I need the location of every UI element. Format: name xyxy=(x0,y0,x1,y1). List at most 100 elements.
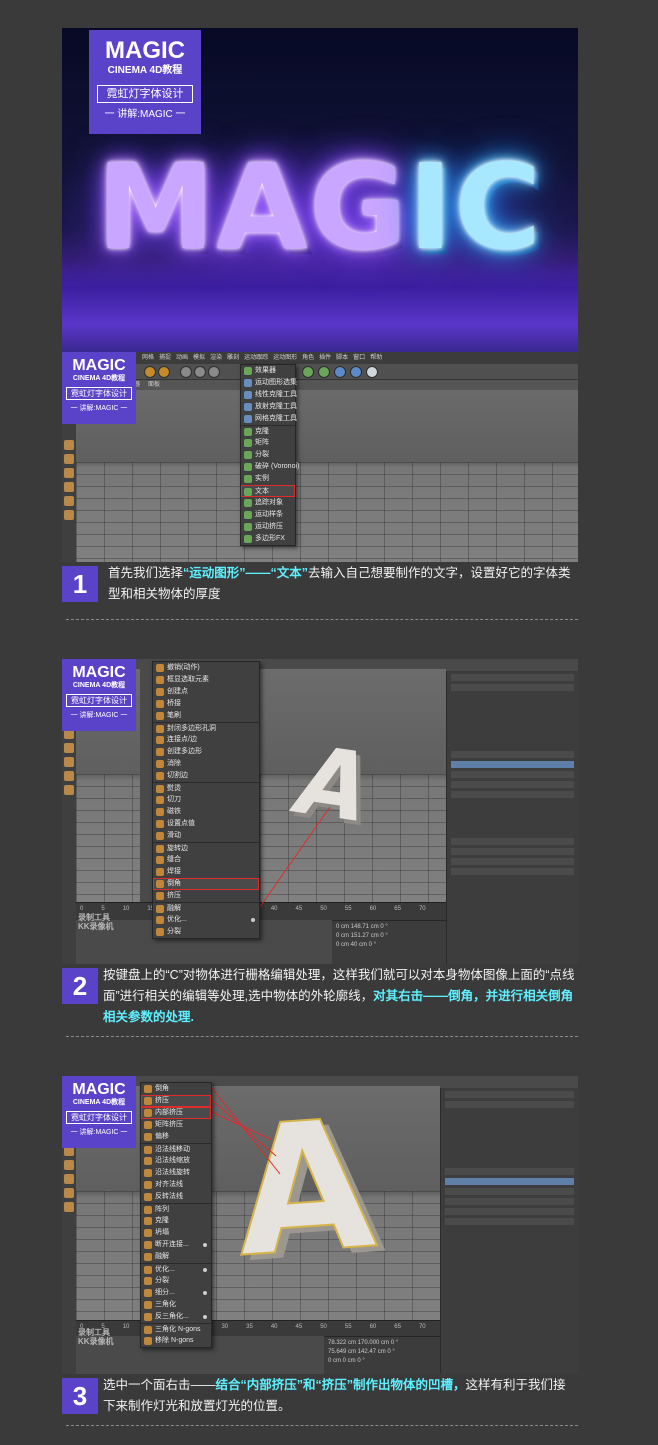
menu-item[interactable]: 倒角 xyxy=(153,878,259,890)
3d-viewport[interactable]: 显示选项过滤器面板 xyxy=(76,380,578,562)
menu-item[interactable]: 熨烫 xyxy=(153,782,259,794)
menu-item[interactable]: 滑动 xyxy=(153,830,259,842)
menu-item[interactable]: 融解 xyxy=(141,1251,211,1263)
menu-item[interactable]: 创建点 xyxy=(153,686,259,698)
axis-y-icon[interactable] xyxy=(194,366,206,378)
menu-item[interactable]: 阵列 xyxy=(141,1203,211,1215)
menu-bar-item[interactable]: 角色 xyxy=(302,355,314,361)
menu-item[interactable]: 分裂 xyxy=(141,1275,211,1287)
polygons-mode-icon[interactable] xyxy=(64,468,74,478)
menu-bar-item[interactable]: 运动跟踪 xyxy=(244,355,268,361)
menu-item[interactable]: 消除 xyxy=(153,758,259,770)
menu-bar-item[interactable]: 帮助 xyxy=(370,355,382,361)
menu-item[interactable]: 分裂 xyxy=(241,449,295,461)
menu-item[interactable]: 偏移 xyxy=(141,1131,211,1143)
menu-item[interactable]: 旋转边 xyxy=(153,842,259,854)
menu-item[interactable]: 焊接 xyxy=(153,866,259,878)
settings-dot-icon[interactable] xyxy=(251,918,255,922)
menu-bar-item[interactable]: 网格 xyxy=(142,355,154,361)
menu-item[interactable]: 反三角化... xyxy=(141,1311,211,1323)
menu-item[interactable]: 切割边 xyxy=(153,770,259,782)
menu-item[interactable]: 放射克隆工具 xyxy=(241,401,297,413)
undo-icon[interactable] xyxy=(144,366,156,378)
menu-bar-item[interactable]: 渲染 xyxy=(210,355,222,361)
light-icon[interactable] xyxy=(366,366,378,378)
menu-item[interactable]: 内部挤压 xyxy=(141,1107,211,1119)
menu-item[interactable]: 多边形FX xyxy=(241,533,295,545)
menu-item[interactable]: 实例 xyxy=(241,473,295,485)
menu-item[interactable]: 移除 N-gons xyxy=(141,1335,211,1347)
menu-item[interactable]: 线性克隆工具 xyxy=(241,389,297,401)
menu-item-icon xyxy=(156,785,164,793)
spline-icon[interactable] xyxy=(334,366,346,378)
settings-dot-icon[interactable] xyxy=(203,1243,207,1247)
edges-mode-icon[interactable] xyxy=(64,454,74,464)
menu-item[interactable]: 克隆 xyxy=(241,425,295,437)
menu-item[interactable]: 融解 xyxy=(153,902,259,914)
settings-dot-icon[interactable] xyxy=(203,1268,207,1272)
menu-item[interactable]: 运动挤压 xyxy=(241,521,295,533)
menu-item[interactable]: 连接点/边 xyxy=(153,734,259,746)
menu-item[interactable]: 撤销(动作) xyxy=(153,662,259,674)
menu-item[interactable]: 挤压 xyxy=(141,1095,211,1107)
menu-item[interactable]: 运动图形选集 xyxy=(241,377,297,389)
menu-item[interactable]: 设置点值 xyxy=(153,818,259,830)
menu-item[interactable]: 笔刷 xyxy=(153,710,259,722)
menu-item[interactable]: 对齐法线 xyxy=(141,1179,211,1191)
viewport-menu-item[interactable]: 面板 xyxy=(148,382,160,388)
menu-item-icon xyxy=(156,712,164,720)
menu-item[interactable]: 切刀 xyxy=(153,794,259,806)
menu-bar-item[interactable]: 模拟 xyxy=(193,355,205,361)
sphere-icon[interactable] xyxy=(318,366,330,378)
menu-item[interactable]: 三角化 xyxy=(141,1299,211,1311)
menu-item[interactable]: 运动样条 xyxy=(241,509,295,521)
menu-item[interactable]: 倒角 xyxy=(141,1083,211,1095)
menu-item[interactable]: 沿法线旋转 xyxy=(141,1167,211,1179)
menu-item[interactable]: 优化... xyxy=(153,914,259,926)
menu-bar-item[interactable]: 插件 xyxy=(319,355,331,361)
menu-item[interactable]: 效果器 xyxy=(241,365,295,377)
menu-item[interactable]: 磁铁 xyxy=(153,806,259,818)
menu-item[interactable]: 矩阵 xyxy=(241,437,295,449)
menu-item[interactable]: 破碎 (Voronoi) xyxy=(241,461,299,473)
menu-item[interactable]: 创建多边形 xyxy=(153,746,259,758)
settings-dot-icon[interactable] xyxy=(203,1291,207,1295)
menu-bar-item[interactable]: 捕捉 xyxy=(159,355,171,361)
model-mode-icon[interactable] xyxy=(64,482,74,492)
menu-bar-item[interactable]: 雕刻 xyxy=(227,355,239,361)
menu-item[interactable]: 三角化 N-gons xyxy=(141,1323,211,1335)
menu-item-icon xyxy=(156,868,164,876)
menu-item[interactable]: 缝合 xyxy=(153,854,259,866)
menu-item[interactable]: 挤压 xyxy=(153,890,259,902)
menu-item[interactable]: 沿法线移动 xyxy=(141,1143,211,1155)
menu-item[interactable]: 桥接 xyxy=(153,698,259,710)
menu-item[interactable]: 优化... xyxy=(141,1263,211,1275)
scale-icon[interactable] xyxy=(158,366,170,378)
menu-item[interactable]: 细分... xyxy=(141,1287,211,1299)
cube-icon[interactable] xyxy=(302,366,314,378)
menu-item[interactable]: 分裂 xyxy=(153,926,259,938)
points-mode-icon[interactable] xyxy=(64,440,74,450)
menu-bar-item[interactable]: 窗口 xyxy=(353,355,365,361)
menu-item[interactable]: 断开连接... xyxy=(141,1239,211,1251)
menu-item[interactable]: 封闭多边形孔洞 xyxy=(153,722,259,734)
menu-item[interactable]: 矩阵挤压 xyxy=(141,1119,211,1131)
menu-item[interactable]: 框显选取元素 xyxy=(153,674,259,686)
menu-item[interactable]: 坍塌 xyxy=(141,1227,211,1239)
menu-item[interactable]: 反转法线 xyxy=(141,1191,211,1203)
nurbs-icon[interactable] xyxy=(350,366,362,378)
menu-item[interactable]: 追踪对象 xyxy=(241,497,295,509)
menu-item[interactable]: 文本 xyxy=(241,485,295,497)
settings-dot-icon[interactable] xyxy=(203,1315,207,1319)
menu-item[interactable]: 克隆 xyxy=(141,1215,211,1227)
workplane-icon[interactable] xyxy=(64,510,74,520)
menu-bar-item[interactable]: 脚本 xyxy=(336,355,348,361)
axis-z-icon[interactable] xyxy=(208,366,220,378)
menu-item[interactable]: 网格克隆工具 xyxy=(241,413,297,425)
menu-bar-item[interactable]: 动画 xyxy=(176,355,188,361)
menu-item-label: 矩阵 xyxy=(255,439,269,446)
axis-x-icon[interactable] xyxy=(180,366,192,378)
snap-icon[interactable] xyxy=(64,496,74,506)
menu-bar-item[interactable]: 运动图形 xyxy=(273,355,297,361)
menu-item[interactable]: 沿法线缩放 xyxy=(141,1155,211,1167)
